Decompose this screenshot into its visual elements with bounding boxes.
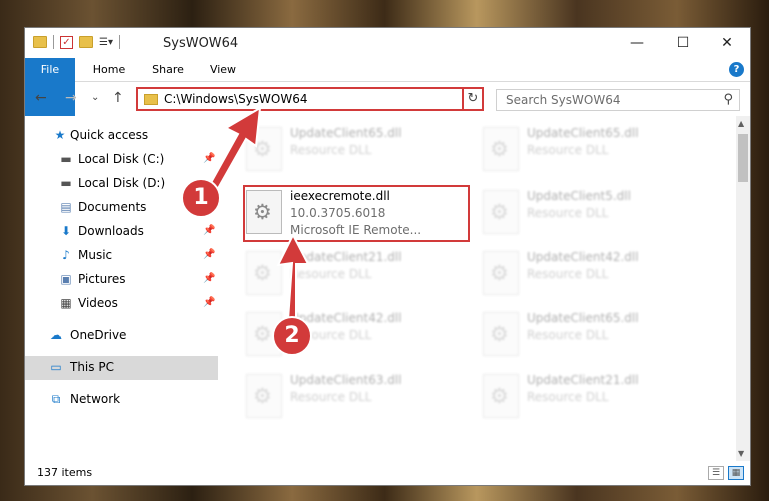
step-1-badge: 1 [181, 178, 221, 218]
annotation-arrows [206, 106, 310, 321]
arrow-2 [276, 232, 310, 321]
step-2-badge: 2 [272, 316, 312, 356]
arrow-1 [206, 106, 262, 194]
